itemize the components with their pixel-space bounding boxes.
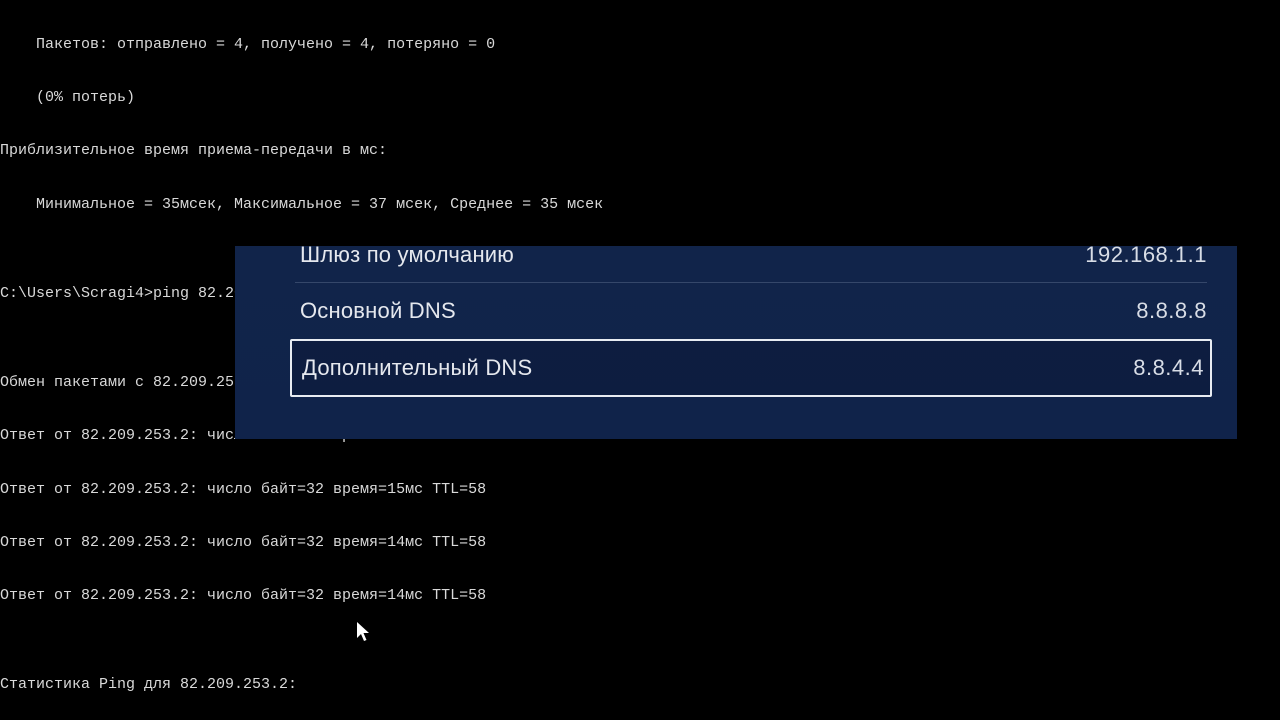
setting-row-primary-dns[interactable]: Основной DNS 8.8.8.8: [235, 283, 1237, 339]
terminal-line: Ответ от 82.209.253.2: число байт=32 вре…: [0, 534, 1280, 552]
terminal-line: Ответ от 82.209.253.2: число байт=32 вре…: [0, 587, 1280, 605]
setting-label: Основной DNS: [300, 298, 456, 324]
setting-value: 192.168.1.1: [1085, 242, 1207, 268]
terminal-line: Приблизительное время приема-передачи в …: [0, 142, 1280, 160]
setting-value: 8.8.4.4: [1133, 355, 1204, 381]
terminal-line: Ответ от 82.209.253.2: число байт=32 вре…: [0, 481, 1280, 499]
network-settings-overlay: Шлюз по умолчанию 192.168.1.1 Основной D…: [235, 246, 1237, 439]
setting-row-secondary-dns[interactable]: Дополнительный DNS 8.8.4.4: [290, 339, 1212, 397]
setting-value: 8.8.8.8: [1136, 298, 1207, 324]
terminal-line: (0% потерь): [0, 89, 1280, 107]
setting-row-gateway[interactable]: Шлюз по умолчанию 192.168.1.1: [235, 246, 1237, 282]
terminal-line: Минимальное = 35мсек, Максимальное = 37 …: [0, 196, 1280, 214]
setting-label: Дополнительный DNS: [302, 355, 532, 381]
setting-label: Шлюз по умолчанию: [300, 242, 514, 268]
terminal-line: Пакетов: отправлено = 4, получено = 4, п…: [0, 36, 1280, 54]
terminal-line: Статистика Ping для 82.209.253.2:: [0, 676, 1280, 694]
